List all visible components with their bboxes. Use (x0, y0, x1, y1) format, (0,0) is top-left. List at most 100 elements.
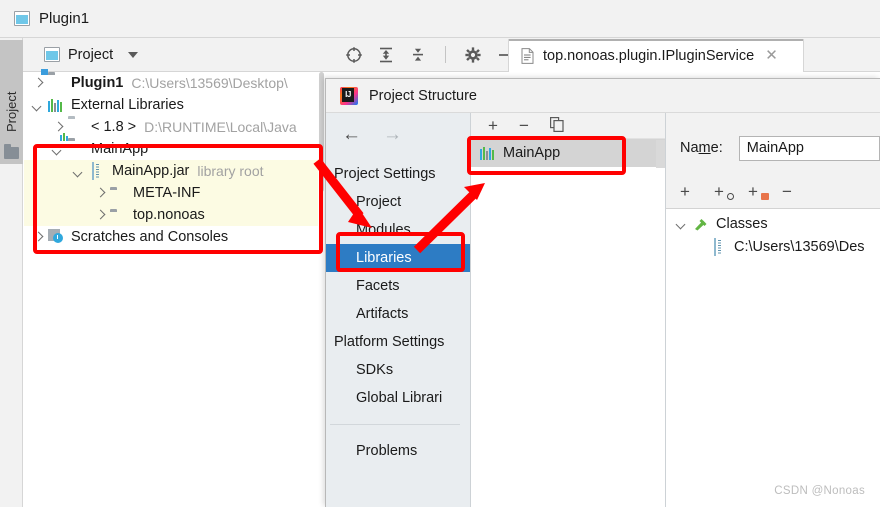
chevron-down-icon[interactable] (676, 218, 687, 229)
chevron-down-icon[interactable] (128, 51, 139, 58)
collapse-all-icon[interactable] (409, 46, 427, 64)
tool-tab-project[interactable]: Project (0, 40, 23, 164)
sidebar-item-sdks[interactable]: SDKs (326, 356, 470, 384)
libraries-list-toolbar: + − (471, 113, 665, 139)
copy-library-button[interactable] (550, 116, 565, 135)
sidebar-group-platform-settings: Platform Settings (334, 334, 445, 350)
remove-library-button[interactable]: − (519, 117, 534, 134)
add-library-button[interactable]: + (488, 117, 503, 134)
dialog-title: Project Structure (369, 87, 477, 104)
tree-row-subtext: library root (197, 163, 264, 179)
tree-row-mainapp-library[interactable]: MainApp (24, 133, 325, 160)
chevron-right-icon[interactable] (32, 78, 43, 89)
editor-tab[interactable]: top.nonoas.plugin.IPluginService ✕ (508, 39, 804, 72)
classes-tree-row-jar-path[interactable]: C:\Users\13569\Des (666, 235, 880, 258)
sidebar-item-problems[interactable]: Problems (326, 437, 470, 465)
chevron-down-icon[interactable] (52, 144, 63, 155)
jar-icon (89, 162, 106, 180)
tree-row-subtext: D:\RUNTIME\Local\Java (144, 119, 297, 135)
tree-row-meta-inf[interactable]: META-INF (24, 182, 325, 204)
folder-icon (4, 144, 19, 159)
project-tree-scrollbar[interactable] (318, 72, 325, 507)
tree-row-scratches-and-consoles[interactable]: Scratches and Consoles (24, 226, 325, 248)
tree-row-external-libraries[interactable]: External Libraries (24, 94, 325, 116)
close-icon[interactable]: ✕ (765, 48, 778, 63)
window-title: Plugin1 (39, 10, 90, 27)
select-opened-file-icon[interactable] (345, 46, 363, 64)
chevron-right-icon[interactable] (32, 232, 43, 243)
classes-tree: Classes C:\Users\13569\Des (666, 208, 880, 507)
tool-tab-project-label: Project (4, 91, 19, 132)
dialog-nav-arrows: ← → (326, 113, 470, 144)
tree-row-label: top.nonoas (133, 207, 205, 223)
folder-icon (110, 185, 127, 201)
library-bars-icon (480, 145, 497, 161)
libraries-list-scrollbar[interactable] (656, 140, 665, 168)
sdk-folder-icon (68, 119, 85, 135)
chevron-down-icon[interactable] (73, 166, 84, 177)
tree-row-subtext: C:\Users\13569\Desktop\ (131, 75, 288, 91)
chevron-right-icon[interactable] (94, 210, 105, 221)
add-classes-button[interactable]: + (680, 183, 699, 200)
tree-row-label: Scratches and Consoles (71, 229, 229, 245)
scratches-icon (48, 229, 65, 245)
forward-arrow-icon[interactable]: → (383, 125, 402, 144)
sidebar-group-project-settings: Project Settings (334, 166, 436, 182)
tree-row-mainapp-jar[interactable]: MainApp.jar library root (24, 160, 325, 182)
sidebar-item-modules[interactable]: Modules (326, 216, 470, 244)
sidebar-item-artifacts[interactable]: Artifacts (326, 300, 470, 328)
add-directory-button[interactable]: + (748, 183, 769, 200)
screenshot-root: Plugin1 Project Project top.nonoas.plugi… (0, 0, 880, 507)
dialog-sidebar: ← → Project Settings Project Modules Lib… (326, 113, 471, 507)
project-panel-label: Project (68, 46, 114, 63)
dialog-library-editor: Name: MainApp + + + − Classes C:\Users\1… (666, 113, 880, 507)
tree-row-label: MainApp (91, 141, 149, 157)
ide-title-bar: Plugin1 (0, 0, 880, 38)
sidebar-item-facets[interactable]: Facets (326, 272, 470, 300)
add-jar-directory-button[interactable]: + (714, 183, 734, 200)
tree-row-label: Plugin1 (71, 75, 124, 91)
library-bars-icon (48, 97, 65, 113)
project-structure-dialog: Project Structure ← → Project Settings P… (325, 78, 880, 507)
sidebar-divider (330, 424, 460, 425)
tree-row-label: MainApp.jar (112, 163, 190, 179)
tree-row-jdk[interactable]: < 1.8 > D:\RUNTIME\Local\Java (24, 116, 325, 138)
folder-icon (110, 207, 127, 223)
module-folder-icon (48, 75, 65, 91)
library-name-row: Name: MainApp (666, 131, 880, 165)
classes-tree-row-label: Classes (716, 215, 768, 232)
classes-tree-row-classes[interactable]: Classes (666, 212, 880, 235)
chevron-down-icon[interactable] (32, 100, 43, 111)
project-panel-title-group[interactable]: Project (23, 47, 333, 63)
library-list-item-label: MainApp (503, 145, 561, 161)
name-label: Name: (680, 140, 723, 156)
tree-row-label: External Libraries (71, 97, 184, 113)
tree-row-top-nonoas[interactable]: top.nonoas (24, 204, 325, 226)
sidebar-item-project[interactable]: Project (326, 188, 470, 216)
project-tree: Plugin1 C:\Users\13569\Desktop\ External… (24, 72, 325, 507)
remove-classes-button[interactable]: − (782, 183, 801, 200)
chevron-right-icon[interactable] (52, 122, 63, 133)
classes-tree-row-label: C:\Users\13569\Des (734, 238, 865, 255)
toolbar-separator (445, 46, 446, 63)
sidebar-item-libraries[interactable]: Libraries (326, 244, 470, 272)
chevron-right-icon[interactable] (94, 188, 105, 199)
java-file-icon (521, 47, 534, 64)
intellij-idea-logo (340, 86, 358, 105)
library-name-input[interactable]: MainApp (738, 135, 880, 161)
tree-row-plugin1[interactable]: Plugin1 C:\Users\13569\Desktop\ (24, 72, 325, 94)
back-arrow-icon[interactable]: ← (342, 125, 361, 144)
gear-icon[interactable] (464, 46, 482, 64)
tree-row-label: META-INF (133, 185, 201, 201)
library-folder-icon (60, 133, 85, 157)
tree-row-label: < 1.8 > (91, 119, 137, 135)
dialog-sidebar-items: Project Settings Project Modules Librari… (326, 160, 470, 465)
classes-toolbar: + + + − (666, 165, 880, 208)
editor-tab-title: top.nonoas.plugin.IPluginService (543, 47, 755, 64)
library-list-item-mainapp[interactable]: MainApp (471, 139, 665, 167)
jar-icon (711, 237, 728, 256)
dialog-body: ← → Project Settings Project Modules Lib… (326, 113, 880, 507)
sidebar-item-global-libraries[interactable]: Global Librari (326, 384, 470, 412)
dialog-libraries-list-panel: + − MainApp (471, 113, 666, 507)
expand-all-icon[interactable] (377, 46, 395, 64)
